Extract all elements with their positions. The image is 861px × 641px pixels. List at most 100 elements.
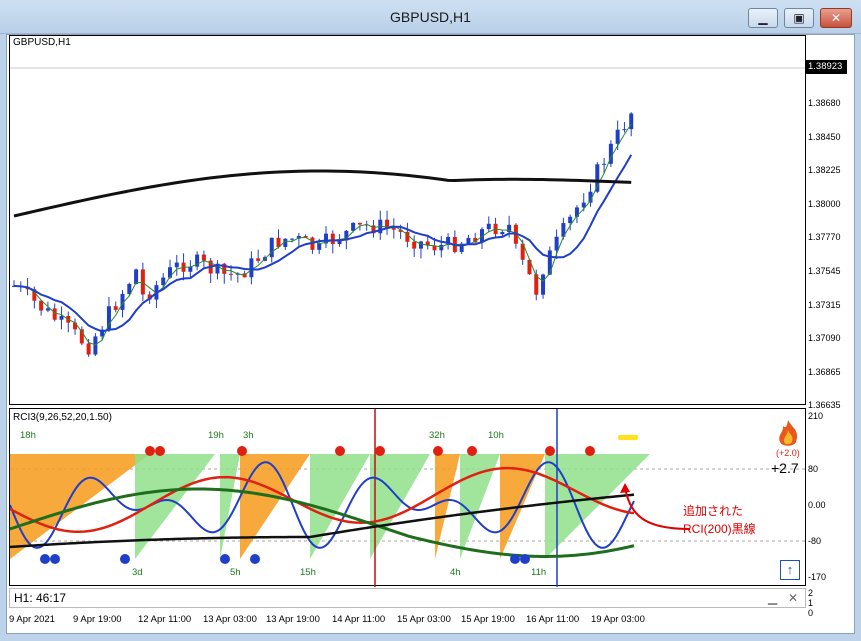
candle-body <box>106 306 111 330</box>
side-scale-tick: 0 <box>808 608 814 618</box>
candle-body <box>290 238 295 240</box>
price-tick: 1.37315 <box>808 299 841 310</box>
ma-long-line <box>13 169 632 218</box>
note-line-1: 追加された <box>683 504 744 518</box>
maximize-button[interactable]: ▣ <box>784 8 814 28</box>
zone-triangle <box>545 454 650 559</box>
time-label: 12 Apr 11:00 <box>138 614 192 625</box>
price-tick: 1.38225 <box>808 165 841 176</box>
indicator-tick: -80 <box>808 536 822 546</box>
candle-body <box>52 308 57 320</box>
bottom-annotation: 15h <box>300 567 316 578</box>
bottom-annotation: 4h <box>450 567 461 578</box>
price-tick: 1.36865 <box>808 366 841 377</box>
candle-body <box>174 262 179 268</box>
candle-body <box>256 258 261 261</box>
indicator-tick: 80 <box>808 464 819 474</box>
indicator-tick: -170 <box>808 572 827 582</box>
signal-dot <box>50 554 60 564</box>
zone-triangle <box>220 454 240 559</box>
time-label: 15 Apr 03:00 <box>397 614 451 625</box>
candle-body <box>602 163 607 165</box>
top-annotation: 10h <box>488 430 504 441</box>
candle-body <box>547 250 552 275</box>
indicator-pane[interactable] <box>9 408 807 587</box>
price-tick: 1.38450 <box>808 131 841 142</box>
candle-body <box>93 336 98 355</box>
candle-body <box>595 164 600 192</box>
title-bar: GBPUSD,H1 ▁ ▣ ✕ <box>0 0 861 34</box>
candle-body <box>554 236 559 251</box>
top-annotation: 19h <box>208 430 224 441</box>
candle-body <box>59 315 64 320</box>
signal-dot <box>433 446 443 456</box>
signal-dot <box>545 446 555 456</box>
price-tick: 1.37770 <box>808 232 841 243</box>
time-label: 13 Apr 03:00 <box>203 614 257 625</box>
candle-body <box>134 269 139 284</box>
side-scale-tick: 1 <box>808 598 814 608</box>
price-tick: 1.36635 <box>808 400 841 411</box>
price-pane[interactable] <box>9 35 807 405</box>
signal-dot <box>40 554 50 564</box>
candle-body <box>568 216 573 224</box>
candle-body <box>161 277 166 286</box>
status-bar: H1: 46:17 ▁ ✕ <box>9 588 806 608</box>
candle-body <box>439 244 444 251</box>
signal-dot <box>510 554 520 564</box>
candle-body <box>201 254 206 261</box>
signal-dot <box>467 446 477 456</box>
scroll-up-icon[interactable]: ↑ <box>780 560 800 580</box>
bottom-annotation: 11h <box>531 567 547 578</box>
candle-body <box>418 241 423 249</box>
time-label: 15 Apr 19:00 <box>461 614 515 625</box>
level-value: +2.7 <box>771 460 799 476</box>
candle-body <box>86 343 91 355</box>
bottom-annotation: 5h <box>230 567 241 578</box>
current-price-box: 1.38923 <box>805 60 847 74</box>
signal-dot <box>120 554 130 564</box>
candle-body <box>486 223 491 230</box>
candle-body <box>269 237 274 258</box>
candle-body <box>391 228 396 230</box>
close-button[interactable]: ✕ <box>820 8 852 28</box>
time-label: 14 Apr 11:00 <box>332 614 386 625</box>
minimize-button[interactable]: ▁ <box>748 8 778 28</box>
candle-body <box>466 237 471 244</box>
annotation-arrow <box>624 486 691 530</box>
yellow-marker <box>618 435 638 440</box>
time-label: 19 Apr 03:00 <box>591 614 645 625</box>
annotation-arrowhead <box>620 483 630 493</box>
close-panel-icon[interactable]: ✕ <box>788 589 798 607</box>
signal-dot <box>155 446 165 456</box>
price-tick: 1.38000 <box>808 198 841 209</box>
price-tick: 1.37090 <box>808 333 841 344</box>
signal-dot <box>250 554 260 564</box>
indicator-tick: 210 <box>808 411 824 421</box>
note-line-2: RCI(200)黒線 <box>683 522 756 536</box>
time-axis: 9 Apr 2021 9 Apr 19:00 12 Apr 11:00 13 Apr … <box>9 610 806 632</box>
fire-icon <box>774 418 802 448</box>
level-label: (+2.0) <box>776 448 800 458</box>
time-label: 16 Apr 11:00 <box>526 614 580 625</box>
candle-body <box>500 231 505 235</box>
candle-body <box>622 129 627 131</box>
candle-body <box>45 308 50 311</box>
candle-body <box>615 129 620 144</box>
indicator-label: RCI3(9,26,52,20,1.50) <box>13 412 112 423</box>
signal-dot <box>335 446 345 456</box>
bottom-annotation: 3d <box>132 567 143 578</box>
price-chart <box>10 67 807 357</box>
minimize-panel-icon[interactable]: ▁ <box>768 589 777 607</box>
time-label: 9 Apr 2021 <box>9 614 55 625</box>
ma-fast-line <box>13 123 632 346</box>
signal-dot <box>375 446 385 456</box>
candle-body <box>229 273 234 275</box>
zone-triangle <box>370 454 430 559</box>
status-text: H1: 46:17 <box>14 591 67 605</box>
signal-dot <box>237 446 247 456</box>
signal-dot <box>220 554 230 564</box>
candle-body <box>351 222 356 231</box>
top-annotation: 32h <box>429 430 445 441</box>
window-title: GBPUSD,H1 <box>390 9 471 25</box>
